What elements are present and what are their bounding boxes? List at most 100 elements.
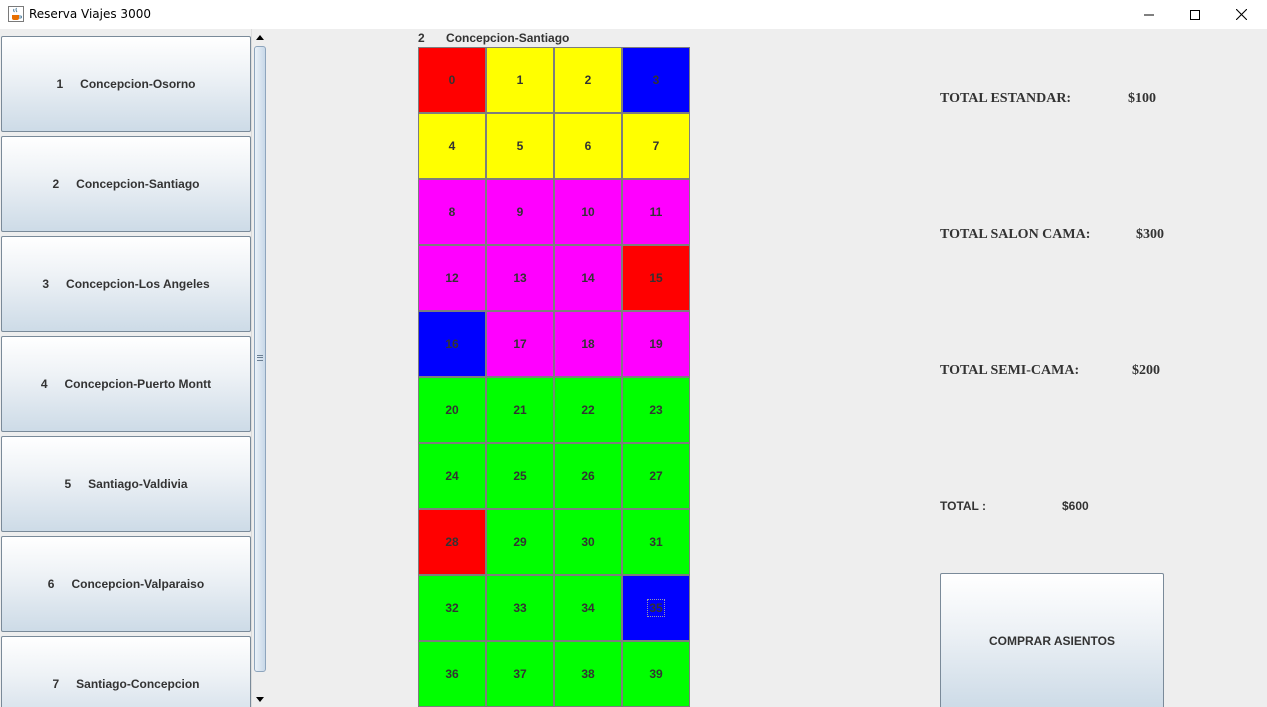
- seat-number: 14: [581, 271, 595, 285]
- seat-number: 33: [513, 601, 527, 615]
- seat-number: 20: [445, 403, 459, 417]
- seat-number: 21: [513, 403, 527, 417]
- seat-button[interactable]: 29: [486, 509, 554, 575]
- seat-button[interactable]: 4: [418, 113, 486, 179]
- seat-button[interactable]: 7: [622, 113, 690, 179]
- seat-number: 17: [513, 337, 527, 351]
- seat-button[interactable]: 3: [622, 47, 690, 113]
- seat-button[interactable]: 20: [418, 377, 486, 443]
- seat-number: 5: [516, 139, 524, 153]
- route-button-6[interactable]: 6 Concepcion-Valparaiso: [1, 536, 251, 632]
- seat-button[interactable]: 18: [554, 311, 622, 377]
- scroll-up-button[interactable]: [252, 29, 268, 45]
- route-button-7[interactable]: 7 Santiago-Concepcion: [1, 636, 251, 707]
- seat-number: 37: [513, 667, 527, 681]
- route-button-2[interactable]: 2 Concepcion-Santiago: [1, 136, 251, 232]
- seat-button[interactable]: 37: [486, 641, 554, 707]
- route-button-5[interactable]: 5 Santiago-Valdivia: [1, 436, 251, 532]
- route-button-1[interactable]: 1 Concepcion-Osorno: [1, 36, 251, 132]
- scroll-thumb[interactable]: [254, 46, 266, 672]
- seat-button[interactable]: 17: [486, 311, 554, 377]
- close-button[interactable]: [1218, 0, 1264, 29]
- close-icon: [1235, 9, 1247, 20]
- main-panel: 1 Concepcion-Osorno 2 Concepcion-Santiag…: [0, 29, 1267, 707]
- seat-button[interactable]: 16: [418, 311, 486, 377]
- route-button-3[interactable]: 3 Concepcion-Los Angeles: [1, 236, 251, 332]
- grand-total-label: TOTAL :: [940, 499, 986, 513]
- seat-button[interactable]: 9: [486, 179, 554, 245]
- route-number: 6: [47, 577, 55, 591]
- route-list-scrollbar[interactable]: [251, 29, 267, 707]
- route-number: 4: [40, 377, 48, 391]
- seat-number: 16: [445, 337, 459, 351]
- seat-number: 3: [652, 73, 660, 87]
- seat-button[interactable]: 32: [418, 575, 486, 641]
- seat-button[interactable]: 8: [418, 179, 486, 245]
- route-number: 7: [52, 677, 60, 691]
- seat-number: 1: [516, 73, 524, 87]
- seat-number: 39: [649, 667, 663, 681]
- seat-button[interactable]: 13: [486, 245, 554, 311]
- seat-button[interactable]: 5: [486, 113, 554, 179]
- seat-button[interactable]: 22: [554, 377, 622, 443]
- route-button-4[interactable]: 4 Concepcion-Puerto Montt: [1, 336, 251, 432]
- grand-total-value: $600: [1062, 499, 1089, 513]
- seat-button[interactable]: 12: [418, 245, 486, 311]
- seat-number: 32: [445, 601, 459, 615]
- route-name: Concepcion-Los Angeles: [66, 277, 210, 291]
- seat-button[interactable]: 33: [486, 575, 554, 641]
- seat-button[interactable]: 21: [486, 377, 554, 443]
- seat-button[interactable]: 39: [622, 641, 690, 707]
- seat-number: 31: [649, 535, 663, 549]
- seat-button[interactable]: 25: [486, 443, 554, 509]
- seat-button[interactable]: 35: [622, 575, 690, 641]
- seat-number: 4: [448, 139, 456, 153]
- seat-number: 12: [445, 271, 459, 285]
- seat-button[interactable]: 30: [554, 509, 622, 575]
- seat-button[interactable]: 0: [418, 47, 486, 113]
- seat-number: 18: [581, 337, 595, 351]
- route-number: 2: [52, 177, 60, 191]
- selected-route-header: 2 Concepcion-Santiago: [418, 31, 569, 45]
- route-number: 3: [42, 277, 50, 291]
- seat-number: 34: [581, 601, 595, 615]
- seat-number: 22: [581, 403, 595, 417]
- seat-button[interactable]: 1: [486, 47, 554, 113]
- grip-icon: [257, 355, 263, 361]
- seat-button[interactable]: 31: [622, 509, 690, 575]
- scroll-down-button[interactable]: [252, 691, 268, 707]
- seat-button[interactable]: 14: [554, 245, 622, 311]
- seat-number: 8: [448, 205, 456, 219]
- seat-number: 35: [647, 599, 665, 617]
- seat-button[interactable]: 6: [554, 113, 622, 179]
- seat-button[interactable]: 38: [554, 641, 622, 707]
- seat-number: 10: [581, 205, 595, 219]
- seat-button[interactable]: 34: [554, 575, 622, 641]
- java-cup-icon: [8, 6, 24, 22]
- route-list: 1 Concepcion-Osorno 2 Concepcion-Santiag…: [0, 30, 251, 707]
- seat-number: 0: [448, 73, 456, 87]
- selected-route-number: 2: [418, 31, 425, 45]
- seat-button[interactable]: 23: [622, 377, 690, 443]
- seat-button[interactable]: 27: [622, 443, 690, 509]
- seat-button[interactable]: 28: [418, 509, 486, 575]
- seat-button[interactable]: 15: [622, 245, 690, 311]
- buy-seats-button[interactable]: COMPRAR ASIENTOS: [940, 573, 1164, 707]
- seat-grid: 0 1 2 3 4 5 6 7 8 9 10 11 12 13 14 15 16 17 18 19 20 21 22 23 24…: [418, 47, 690, 707]
- route-number: 1: [56, 77, 64, 91]
- maximize-button[interactable]: [1172, 0, 1218, 29]
- seat-number: 36: [445, 667, 459, 681]
- minimize-button[interactable]: [1126, 0, 1172, 29]
- seat-number: 25: [513, 469, 527, 483]
- selected-route-name: Concepcion-Santiago: [446, 31, 570, 45]
- seat-number: 27: [649, 469, 663, 483]
- seat-button[interactable]: 2: [554, 47, 622, 113]
- seat-button[interactable]: 10: [554, 179, 622, 245]
- seat-button[interactable]: 36: [418, 641, 486, 707]
- seat-button[interactable]: 19: [622, 311, 690, 377]
- route-name: Santiago-Concepcion: [76, 677, 200, 691]
- seat-button[interactable]: 24: [418, 443, 486, 509]
- seat-button[interactable]: 11: [622, 179, 690, 245]
- seat-number: 26: [581, 469, 595, 483]
- seat-button[interactable]: 26: [554, 443, 622, 509]
